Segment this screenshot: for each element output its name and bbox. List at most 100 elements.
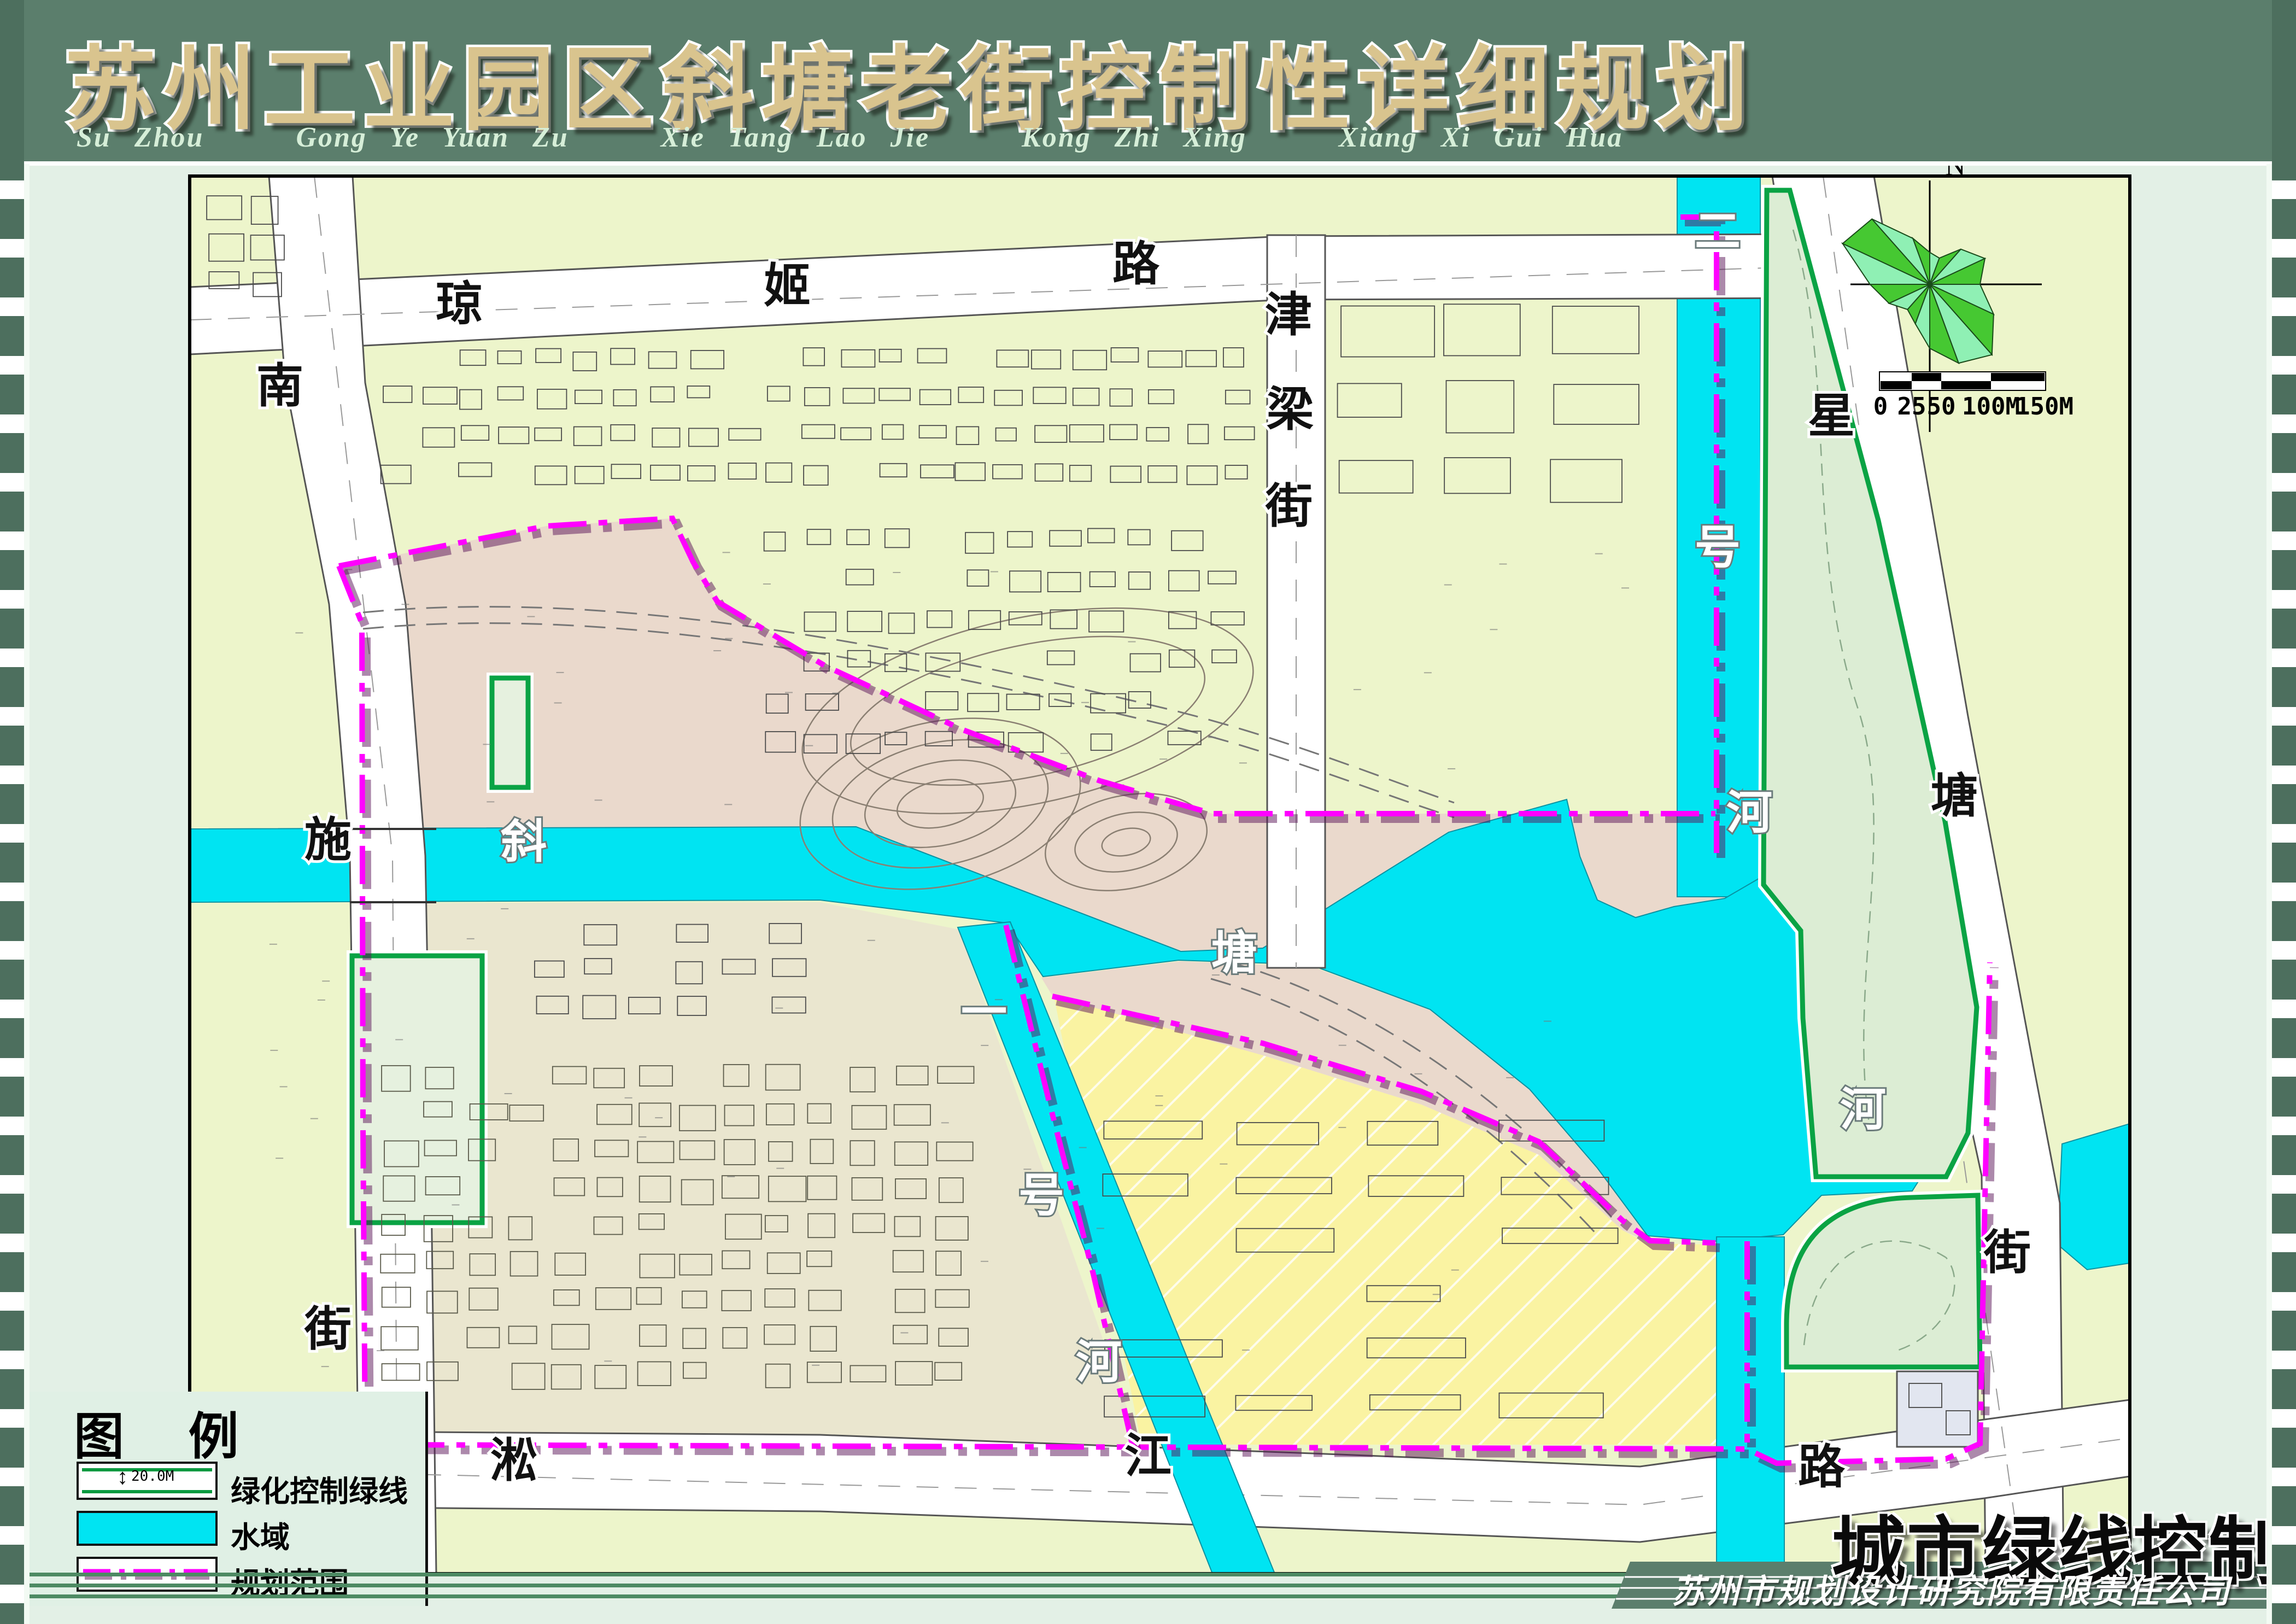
filmstrip-gap: [0, 1351, 24, 1369]
legend-dimension: 20.0M: [131, 1468, 174, 1485]
filmstrip-gap: [2272, 356, 2296, 375]
svg-text:南: 南: [256, 360, 303, 412]
filmstrip-gap: [0, 356, 24, 375]
filmstrip-gap: [2272, 297, 2296, 316]
legend-panel: 图 例 ↕ 20.0M 绿化控制绿线 水域 规划范围: [27, 1392, 428, 1606]
filmstrip-gap: [2272, 707, 2296, 726]
filmstrip-gap: [0, 1292, 24, 1311]
legend-label-boundary: 规划范围: [231, 1559, 349, 1602]
map-canvas: N02550100M150M琼姬路南施街津梁街星塘街淞江路斜塘二号河一号河河: [0, 0, 2296, 1624]
filmstrip-gap: [2272, 824, 2296, 843]
legend-title: 图 例: [74, 1396, 264, 1469]
legend-label-green-line: 绿化控制绿线: [231, 1467, 408, 1510]
scale-tick: 50: [1927, 393, 1956, 420]
svg-text:星: 星: [1808, 390, 1855, 442]
filmstrip-gap: [0, 180, 24, 199]
boundary-line-icon: [79, 1559, 211, 1585]
svg-text:施: 施: [304, 814, 352, 866]
company-name: 苏州市规划设计研究院有限责任公司: [1635, 1565, 2269, 1613]
scale-tick: 25: [1897, 393, 1926, 420]
filmstrip-gap: [0, 297, 24, 316]
map-content: [190, 176, 2130, 1574]
svg-text:二: 二: [1695, 206, 1741, 257]
legend-swatch-green-line: ↕ 20.0M: [77, 1462, 218, 1500]
filmstrip-gap: [0, 1000, 24, 1018]
svg-text:塘: 塘: [1211, 927, 1257, 979]
scale-bar: 0 2550100M150M: [1873, 372, 2074, 420]
filmstrip-gap: [2272, 1117, 2296, 1135]
filmstrip-gap: [2272, 1468, 2296, 1486]
filmstrip-gap: [0, 824, 24, 843]
legend-label-water: 水域: [231, 1513, 290, 1556]
filmstrip-gap: [0, 1468, 24, 1486]
filmstrip-gap: [2272, 1000, 2296, 1018]
svg-text:河: 河: [1840, 1084, 1886, 1135]
svg-text:街: 街: [304, 1303, 352, 1356]
filmstrip-gap: [0, 1234, 24, 1252]
svg-text:河: 河: [1076, 1336, 1122, 1388]
filmstrip-gap: [0, 239, 24, 258]
filmstrip-gap: [2272, 239, 2296, 258]
plan-title-pinyin: Su Zhou Gong Ye Yuan Zu Xie Tang Lao Jie…: [77, 121, 1623, 154]
svg-text:一: 一: [961, 986, 1007, 1038]
svg-text:号: 号: [1695, 522, 1741, 573]
filmstrip-gap: [0, 941, 24, 960]
filmstrip-gap: [2272, 766, 2296, 784]
filmstrip-gap: [2272, 1058, 2296, 1077]
filmstrip-gap: [2272, 590, 2296, 609]
svg-text:淞: 淞: [490, 1434, 537, 1487]
filmstrip-gap: [0, 531, 24, 550]
filmstrip-gap: [0, 473, 24, 492]
filmstrip-gap: [2272, 414, 2296, 433]
svg-text:号: 号: [1018, 1170, 1064, 1221]
dimension-arrow-icon: ↕: [117, 1465, 128, 1489]
filmstrip-gap: [2272, 1234, 2296, 1252]
filmstrip-gap: [0, 414, 24, 433]
filmstrip-gap: [0, 766, 24, 784]
svg-text:街: 街: [1983, 1226, 2031, 1279]
filmstrip-gap: [2272, 1292, 2296, 1311]
filmstrip-gap: [0, 1117, 24, 1135]
filmstrip-gap: [2272, 473, 2296, 492]
svg-text:河: 河: [1726, 787, 1772, 838]
page: { "header": { "title": "苏州工业园区斜塘老街控制性详细规…: [0, 0, 2296, 1624]
filmstrip-gap: [0, 883, 24, 901]
filmstrip-gap: [0, 1058, 24, 1077]
label-river-char: 河: [1840, 1084, 1886, 1135]
svg-text:琼: 琼: [436, 278, 483, 330]
svg-text:路: 路: [1798, 1441, 1846, 1493]
svg-text:梁: 梁: [1267, 383, 1314, 436]
filmstrip-gap: [2272, 941, 2296, 960]
filmstrip-gap: [0, 1585, 24, 1603]
filmstrip-gap: [0, 1526, 24, 1545]
filmstrip-gap: [0, 1409, 24, 1428]
filmstrip-gap: [0, 1175, 24, 1194]
filmstrip-gap: [0, 590, 24, 609]
filmstrip-border-right: [2272, 0, 2296, 1624]
filmstrip-gap: [2272, 531, 2296, 550]
header-divider: [0, 161, 2296, 166]
filmstrip-gap: [0, 649, 24, 667]
filmstrip-gap: [2272, 1175, 2296, 1194]
filmstrip-gap: [0, 707, 24, 726]
border-gap-left: [24, 164, 30, 1624]
scale-tick: 100M: [1962, 393, 2020, 420]
filmstrip-gap: [2272, 883, 2296, 901]
scale-tick: 150M: [2016, 393, 2074, 420]
svg-text:塘: 塘: [1931, 770, 1978, 822]
scale-tick: 0: [1873, 393, 1888, 420]
filmstrip-gap: [2272, 1409, 2296, 1428]
filmstrip-gap: [2272, 180, 2296, 199]
header-banner: 苏州工业园区斜塘老街控制性详细规划 Su Zhou Gong Ye Yuan Z…: [0, 0, 2296, 161]
svg-text:路: 路: [1112, 238, 1160, 290]
label-jinliang-street: 津梁街: [1265, 289, 1314, 533]
svg-text:姬: 姬: [764, 260, 811, 312]
legend-swatch-boundary: [77, 1557, 218, 1592]
filmstrip-gap: [2272, 1585, 2296, 1603]
filmstrip-gap: [2272, 1526, 2296, 1545]
green-line-icon: [82, 1490, 212, 1493]
svg-text:津: 津: [1265, 289, 1312, 341]
svg-text:斜: 斜: [501, 816, 547, 867]
filmstrip-gap: [2272, 649, 2296, 667]
filmstrip-gap: [2272, 1351, 2296, 1369]
